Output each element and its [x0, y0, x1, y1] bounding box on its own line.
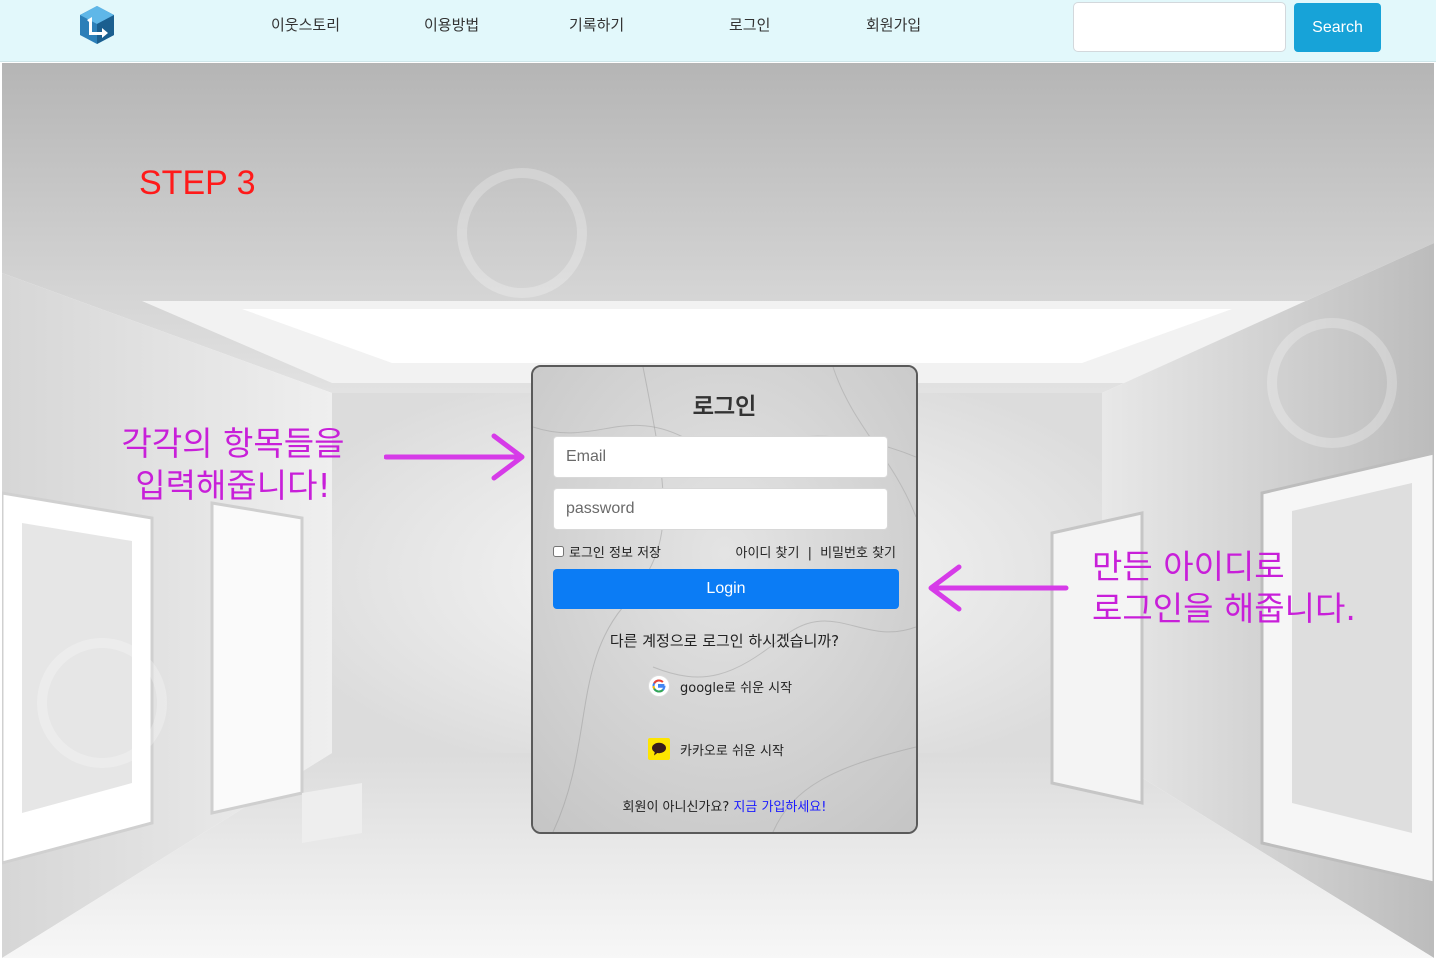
- search-button[interactable]: Search: [1294, 3, 1381, 52]
- nav-link-signup[interactable]: 회원가입: [866, 14, 921, 35]
- remember-me-checkbox[interactable]: [553, 546, 564, 557]
- navbar: 이웃스토리 이용방법 기록하기 로그인 회원가입 Search: [0, 0, 1436, 62]
- nav-link-story[interactable]: 이웃스토리: [271, 14, 340, 35]
- annotation-right-line2: 로그인을 해줍니다.: [1092, 589, 1356, 628]
- login-title: 로그인: [692, 394, 757, 420]
- find-account-links: 아이디 찾기 | 비밀번호 찾기: [735, 542, 896, 561]
- annotation-right-line1: 만든 아이디로: [1092, 547, 1285, 586]
- arrow-right-icon: [384, 433, 525, 481]
- nav-link-how-to-use[interactable]: 이용방법: [424, 14, 479, 35]
- signup-prompt: 회원이 아니신가요? 지금 가입하세요!: [533, 796, 916, 815]
- annotation-right: 만든 아이디로 로그인을 해줍니다.: [1092, 546, 1356, 630]
- step-label: STEP 3: [139, 164, 256, 202]
- google-icon: [648, 675, 670, 697]
- find-links-separator: |: [807, 546, 812, 561]
- logo-icon[interactable]: [78, 4, 116, 46]
- remember-me: 로그인 정보 저장: [553, 542, 661, 561]
- alt-login-prompt: 다른 계정으로 로그인 하시겠습니까?: [609, 632, 840, 650]
- find-id-link[interactable]: 아이디 찾기: [735, 546, 799, 561]
- remember-me-label: 로그인 정보 저장: [569, 546, 661, 561]
- nav-link-record[interactable]: 기록하기: [569, 14, 624, 35]
- annotation-left-line1: 각각의 항목들을: [121, 424, 345, 463]
- kakao-speech-bubble-icon: [648, 738, 670, 760]
- login-card: 로그인 로그인 정보 저장 아이디 찾기 | 비밀번호 찾기 Login 다른 …: [531, 365, 918, 834]
- find-password-link[interactable]: 비밀번호 찾기: [820, 546, 896, 561]
- kakao-login-button[interactable]: 카카오로 쉬운 시작: [648, 738, 784, 760]
- google-login-button[interactable]: google로 쉬운 시작: [648, 675, 792, 697]
- login-button[interactable]: Login: [553, 569, 899, 609]
- search-input[interactable]: [1073, 2, 1286, 52]
- login-form: 로그인 로그인 정보 저장 아이디 찾기 | 비밀번호 찾기 Login 다른 …: [533, 367, 916, 832]
- google-login-label: google로 쉬운 시작: [680, 680, 793, 696]
- kakao-login-label: 카카오로 쉬운 시작: [680, 743, 784, 759]
- arrow-left-icon: [928, 564, 1069, 612]
- annotation-left-line2: 입력해줍니다!: [135, 466, 331, 505]
- signup-link[interactable]: 지금 가입하세요!: [733, 800, 826, 815]
- nav-link-login[interactable]: 로그인: [729, 14, 770, 35]
- annotation-left: 각각의 항목들을 입력해줍니다!: [117, 423, 349, 507]
- signup-prompt-text: 회원이 아니신가요?: [622, 800, 730, 815]
- email-field[interactable]: [553, 436, 888, 478]
- password-field[interactable]: [553, 488, 888, 530]
